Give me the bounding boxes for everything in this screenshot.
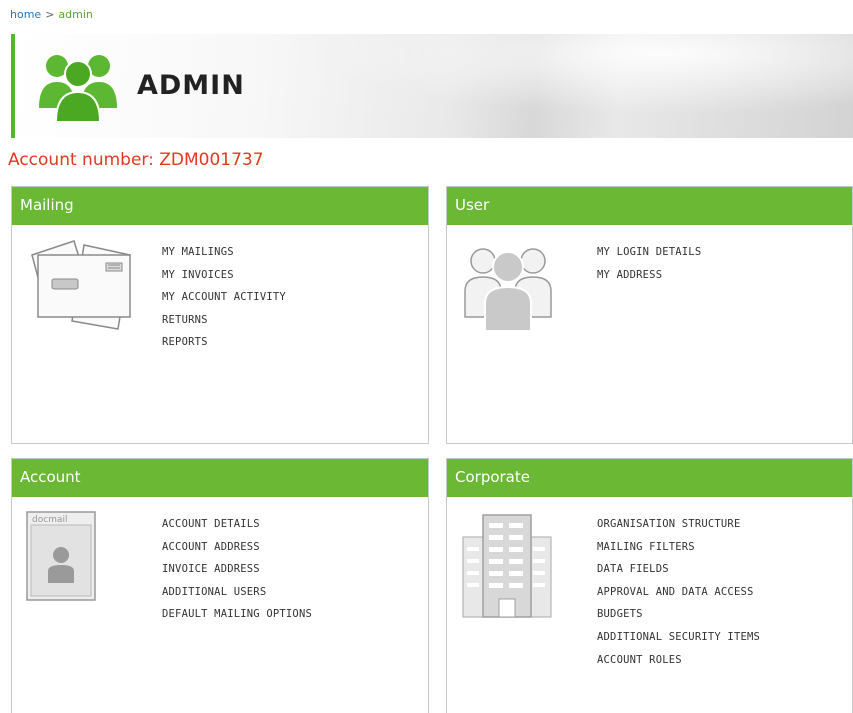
page-title: ADMIN (137, 70, 245, 101)
link-account-address[interactable]: ACCOUNT ADDRESS (162, 540, 312, 563)
mailing-links: MY MAILINGS MY INVOICES MY ACCOUNT ACTIV… (162, 245, 286, 358)
user-panel-title: User (447, 187, 852, 225)
account-panel-title: Account (12, 459, 428, 497)
link-returns[interactable]: RETURNS (162, 313, 286, 336)
link-my-invoices[interactable]: MY INVOICES (162, 268, 286, 291)
people-group-icon (39, 55, 117, 122)
envelope-icon (31, 240, 131, 330)
user-links: MY LOGIN DETAILS MY ADDRESS (597, 245, 701, 290)
link-additional-security-items[interactable]: ADDITIONAL SECURITY ITEMS (597, 630, 760, 653)
link-account-details[interactable]: ACCOUNT DETAILS (162, 517, 312, 540)
link-account-roles[interactable]: ACCOUNT ROLES (597, 653, 760, 676)
breadcrumb-current: admin (58, 8, 93, 21)
account-panel: Account docmail ACCOUNT DETAILS ACCOUNT … (11, 458, 429, 713)
link-reports[interactable]: REPORTS (162, 335, 286, 358)
link-additional-users[interactable]: ADDITIONAL USERS (162, 585, 312, 608)
admin-banner: ADMIN (11, 34, 853, 138)
breadcrumb-home-link[interactable]: home (10, 8, 41, 21)
link-data-fields[interactable]: DATA FIELDS (597, 562, 760, 585)
breadcrumb-separator: > (45, 8, 55, 21)
banner-swoosh (315, 34, 853, 114)
mailing-panel-title: Mailing (12, 187, 428, 225)
account-links: ACCOUNT DETAILS ACCOUNT ADDRESS INVOICE … (162, 517, 312, 630)
breadcrumb: home > admin (10, 8, 93, 21)
card-logo-text: docmail (32, 515, 67, 525)
user-panel: User MY LOGIN DETAILS MY ADDRESS (446, 186, 853, 444)
account-number: Account number: ZDM001737 (8, 150, 264, 170)
link-my-account-activity[interactable]: MY ACCOUNT ACTIVITY (162, 290, 286, 313)
office-building-icon (462, 514, 552, 618)
link-my-login-details[interactable]: MY LOGIN DETAILS (597, 245, 701, 268)
users-icon (464, 248, 552, 332)
link-default-mailing-options[interactable]: DEFAULT MAILING OPTIONS (162, 607, 312, 630)
link-my-mailings[interactable]: MY MAILINGS (162, 245, 286, 268)
link-invoice-address[interactable]: INVOICE ADDRESS (162, 562, 312, 585)
link-organisation-structure[interactable]: ORGANISATION STRUCTURE (597, 517, 760, 540)
corporate-panel: Corporate ORGANISATION STRUCTURE MAILING… (446, 458, 853, 713)
link-budgets[interactable]: BUDGETS (597, 607, 760, 630)
link-approval-and-data-access[interactable]: APPROVAL AND DATA ACCESS (597, 585, 760, 608)
corporate-panel-title: Corporate (447, 459, 852, 497)
corporate-links: ORGANISATION STRUCTURE MAILING FILTERS D… (597, 517, 760, 675)
link-my-address[interactable]: MY ADDRESS (597, 268, 701, 291)
id-card-icon: docmail (26, 511, 96, 601)
link-mailing-filters[interactable]: MAILING FILTERS (597, 540, 760, 563)
mailing-panel: Mailing MY MAILINGS MY INVOICES MY ACCOU… (11, 186, 429, 444)
